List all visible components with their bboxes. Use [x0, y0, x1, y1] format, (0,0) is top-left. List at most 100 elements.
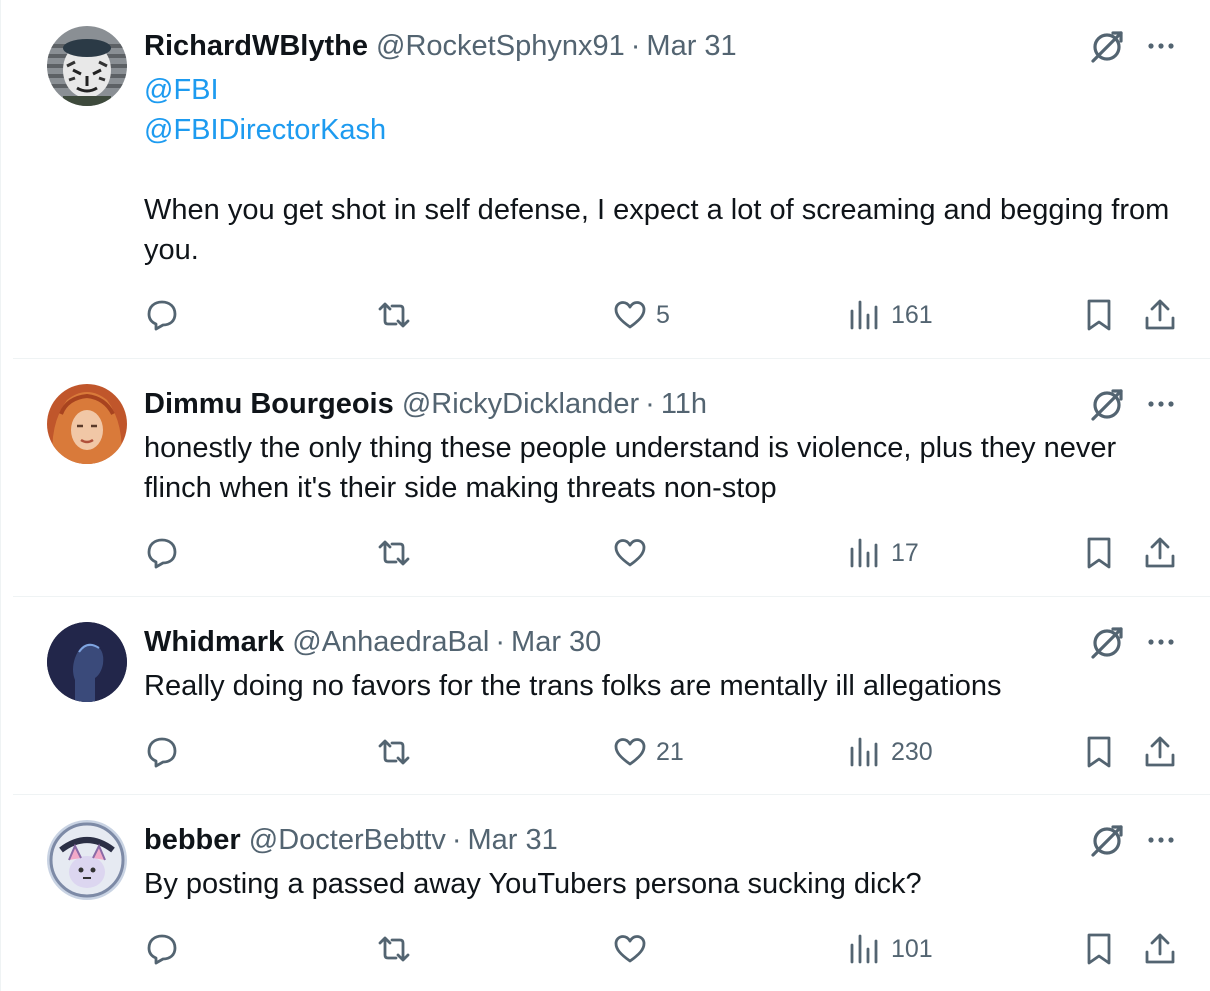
- heart-icon: [614, 738, 646, 766]
- repost-button[interactable]: [376, 732, 420, 772]
- heart-icon: [614, 539, 646, 567]
- tweet-header: Dimmu Bourgeois @RickyDicklander · 11h: [144, 384, 1081, 424]
- more-options-icon[interactable]: [1141, 820, 1181, 860]
- views-count: 161: [891, 300, 933, 329]
- separator: ·: [630, 30, 641, 62]
- grok-icon[interactable]: [1087, 384, 1127, 424]
- like-button[interactable]: 5: [612, 295, 670, 335]
- like-button[interactable]: [612, 929, 656, 969]
- avatar[interactable]: [47, 622, 127, 702]
- reply-timeline: RichardWBlythe @RocketSphynx91 · Mar 31 @F…: [0, 0, 1210, 991]
- separator: ·: [495, 626, 506, 658]
- repost-icon: [378, 936, 410, 962]
- share-icon: [1145, 537, 1175, 568]
- author-handle[interactable]: @AnhaedraBal: [292, 626, 489, 658]
- reply-button[interactable]: [144, 929, 188, 969]
- author-name[interactable]: Whidmark: [144, 626, 284, 658]
- tweet-body: Really doing no favors for the trans fol…: [144, 670, 1002, 702]
- timestamp[interactable]: Mar 30: [511, 626, 601, 658]
- views-chart-icon: [850, 538, 878, 568]
- tweet-text: By posting a passed away YouTubers perso…: [144, 864, 1184, 904]
- share-button[interactable]: [1142, 533, 1178, 573]
- tweet[interactable]: Whidmark @AnhaedraBal · Mar 30 Really doin…: [1, 597, 1210, 794]
- avatar[interactable]: [47, 26, 127, 106]
- repost-button[interactable]: [376, 929, 420, 969]
- tweet-text: honestly the only thing these people und…: [144, 428, 1184, 508]
- separator: ·: [645, 388, 655, 420]
- timestamp[interactable]: Mar 31: [468, 824, 558, 856]
- share-icon: [1145, 736, 1175, 767]
- avatar[interactable]: [47, 384, 127, 464]
- repost-icon: [378, 739, 410, 765]
- tweet-header: Whidmark @AnhaedraBal · Mar 30: [144, 622, 1081, 662]
- bookmark-button[interactable]: [1081, 295, 1117, 335]
- tweet-body: By posting a passed away YouTubers perso…: [144, 868, 922, 900]
- views-chart-icon: [850, 934, 878, 964]
- author-name[interactable]: RichardWBlythe: [144, 30, 368, 62]
- more-options-icon[interactable]: [1141, 26, 1181, 66]
- tweet-body: When you get shot in self defense, I exp…: [144, 194, 1170, 266]
- mention-link[interactable]: @FBIDirectorKash: [144, 110, 1184, 150]
- red-hair-portrait-avatar-icon: [47, 384, 127, 464]
- like-count: 21: [656, 737, 684, 766]
- share-button[interactable]: [1142, 295, 1178, 335]
- bookmark-button[interactable]: [1081, 732, 1117, 772]
- tweet-header: RichardWBlythe @RocketSphynx91 · Mar 31: [144, 26, 1081, 66]
- dark-silhouette-avatar-icon: [47, 622, 127, 702]
- avatar[interactable]: [47, 820, 127, 900]
- like-count: 5: [656, 300, 670, 329]
- bookmark-button[interactable]: [1081, 929, 1117, 969]
- repost-button[interactable]: [376, 533, 420, 573]
- views-chart-icon: [850, 300, 878, 330]
- more-options-icon[interactable]: [1141, 622, 1181, 662]
- repost-icon: [378, 540, 410, 566]
- heart-icon: [614, 935, 646, 963]
- bookmark-icon: [1087, 933, 1111, 965]
- views-count: 17: [891, 538, 919, 567]
- mention-link[interactable]: @FBI: [144, 70, 1184, 110]
- grok-icon[interactable]: [1087, 820, 1127, 860]
- like-button[interactable]: [612, 533, 656, 573]
- share-icon: [1145, 933, 1175, 964]
- tweet[interactable]: Dimmu Bourgeois @RickyDicklander · 11h hon…: [1, 359, 1210, 596]
- author-handle[interactable]: @RocketSphynx91: [376, 30, 625, 62]
- author-handle[interactable]: @DocterBebttv: [249, 824, 446, 856]
- tweet[interactable]: RichardWBlythe @RocketSphynx91 · Mar 31 @F…: [1, 0, 1210, 358]
- timestamp[interactable]: Mar 31: [646, 30, 736, 62]
- reply-button[interactable]: [144, 732, 188, 772]
- tiger-soldier-avatar-icon: [47, 26, 127, 106]
- grok-icon[interactable]: [1087, 622, 1127, 662]
- views-count: 101: [891, 934, 933, 963]
- views-button[interactable]: 161: [847, 295, 933, 335]
- bookmark-icon: [1087, 537, 1111, 569]
- reply-icon: [147, 934, 177, 965]
- share-button[interactable]: [1142, 929, 1178, 969]
- author-name[interactable]: Dimmu Bourgeois: [144, 388, 394, 420]
- reply-icon: [147, 737, 177, 768]
- reply-button[interactable]: [144, 295, 188, 335]
- tweet-body: honestly the only thing these people und…: [144, 432, 1117, 504]
- author-handle[interactable]: @RickyDicklander: [402, 388, 639, 420]
- like-button[interactable]: 21: [612, 732, 684, 772]
- timestamp[interactable]: 11h: [661, 388, 707, 420]
- bookmark-button[interactable]: [1081, 533, 1117, 573]
- tweet[interactable]: bebber @DocterBebttv · Mar 31 By posting a…: [1, 795, 1210, 991]
- tweet-header: bebber @DocterBebttv · Mar 31: [144, 820, 1081, 860]
- cartoon-creature-avatar-icon: [47, 820, 127, 900]
- repost-button[interactable]: [376, 295, 420, 335]
- bookmark-icon: [1087, 736, 1111, 768]
- heart-icon: [614, 301, 646, 329]
- more-options-icon[interactable]: [1141, 384, 1181, 424]
- separator: ·: [451, 824, 462, 856]
- views-button[interactable]: 17: [847, 533, 919, 573]
- share-icon: [1145, 299, 1175, 330]
- views-button[interactable]: 230: [847, 732, 933, 772]
- views-button[interactable]: 101: [847, 929, 933, 969]
- tweet-text: Really doing no favors for the trans fol…: [144, 666, 1184, 706]
- grok-icon[interactable]: [1087, 26, 1127, 66]
- reply-button[interactable]: [144, 533, 188, 573]
- reply-icon: [147, 300, 177, 331]
- share-button[interactable]: [1142, 732, 1178, 772]
- author-name[interactable]: bebber: [144, 824, 241, 856]
- action-bar: 5 161: [1, 295, 1210, 335]
